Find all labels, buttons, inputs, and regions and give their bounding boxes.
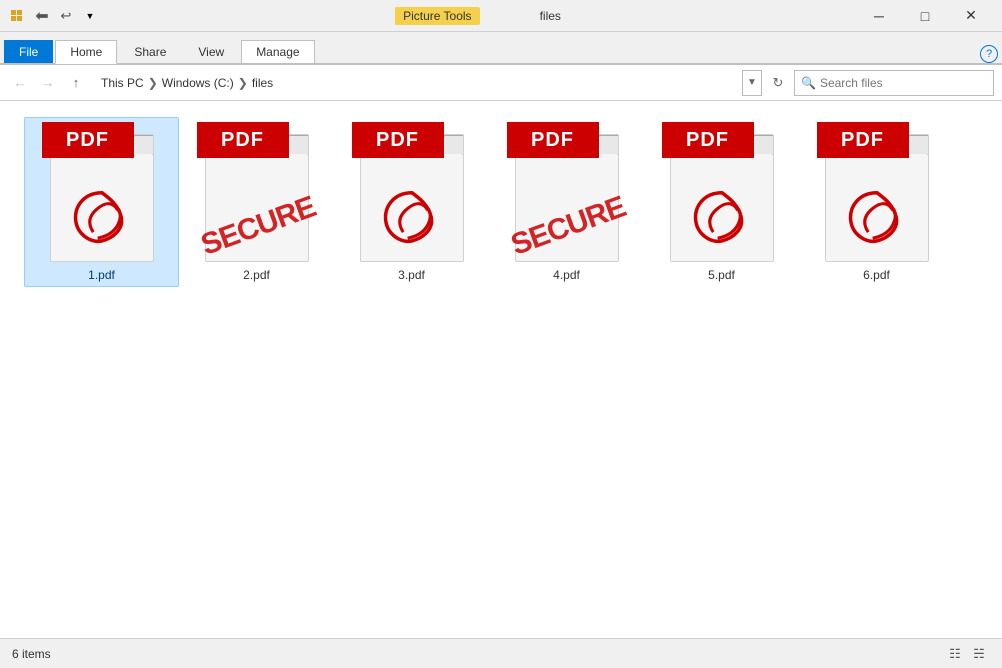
item-count: 6 items	[12, 647, 51, 661]
pdf-label: PDF	[376, 129, 419, 152]
forward-button[interactable]: →	[36, 71, 60, 95]
acrobat-logo-icon	[67, 184, 137, 254]
dropdown-icon[interactable]: ▼	[80, 6, 100, 26]
search-icon: 🔍	[801, 76, 816, 90]
tab-manage[interactable]: Manage	[241, 40, 314, 63]
file-grid: PDF 1.pdf PDFSECURE 2.pdf PDF 3.pdf PDFSECURE 4…	[24, 117, 978, 287]
breadcrumb-drive[interactable]: Windows (C:)	[162, 76, 234, 90]
quick-access-icon	[8, 6, 28, 26]
pdf-label: PDF	[221, 129, 264, 152]
list-view-button[interactable]: ☷	[944, 643, 966, 665]
status-bar: 6 items ☷ ☵	[0, 638, 1002, 668]
search-input[interactable]	[820, 76, 987, 90]
file-label: 5.pdf	[708, 268, 735, 282]
file-label: 3.pdf	[398, 268, 425, 282]
tab-share[interactable]: Share	[119, 40, 181, 63]
pdf-icon: PDF	[352, 122, 472, 262]
search-box[interactable]: 🔍	[794, 70, 994, 96]
address-dropdown[interactable]: ▼	[742, 70, 762, 96]
file-item[interactable]: PDFSECURE 4.pdf	[489, 117, 644, 287]
view-toggle: ☷ ☵	[944, 643, 990, 665]
file-item[interactable]: PDF 5.pdf	[644, 117, 799, 287]
address-path[interactable]: This PC ❯ Windows (C:) ❯ files	[92, 70, 738, 96]
picture-tools-label: Picture Tools	[395, 9, 479, 23]
file-label: 2.pdf	[243, 268, 270, 282]
filename-label: files	[540, 9, 561, 23]
file-label: 4.pdf	[553, 268, 580, 282]
refresh-button[interactable]: ↻	[766, 71, 790, 95]
file-item[interactable]: PDF 6.pdf	[799, 117, 954, 287]
main-area: PDF 1.pdf PDFSECURE 2.pdf PDF 3.pdf PDFSECURE 4…	[0, 101, 1002, 638]
pdf-label: PDF	[841, 129, 884, 152]
file-item[interactable]: PDF 1.pdf	[24, 117, 179, 287]
pdf-icon: PDF	[662, 122, 782, 262]
tab-view[interactable]: View	[183, 40, 239, 63]
file-label: 1.pdf	[88, 268, 115, 282]
file-item[interactable]: PDF 3.pdf	[334, 117, 489, 287]
window-controls: ─ □ ✕	[856, 0, 994, 32]
back-icon: ⬅	[32, 6, 52, 26]
up-button[interactable]: ↑	[64, 71, 88, 95]
maximize-button[interactable]: □	[902, 0, 948, 32]
acrobat-logo-icon	[377, 184, 447, 254]
file-label: 6.pdf	[863, 268, 890, 282]
ribbon-tabs: File Home Share View Manage ?	[0, 32, 1002, 64]
pdf-label: PDF	[531, 129, 574, 152]
breadcrumb-folder[interactable]: files	[252, 76, 273, 90]
back-button[interactable]: ←	[8, 71, 32, 95]
close-button[interactable]: ✕	[948, 0, 994, 32]
pdf-label: PDF	[66, 129, 109, 152]
title-text: Picture Tools files	[100, 9, 856, 23]
grid-view-button[interactable]: ☵	[968, 643, 990, 665]
file-item[interactable]: PDFSECURE 2.pdf	[179, 117, 334, 287]
tab-home[interactable]: Home	[55, 40, 117, 64]
breadcrumb-thispc[interactable]: This PC	[101, 76, 144, 90]
title-bar: ⬅ ↩ ▼ Picture Tools files ─ □ ✕	[0, 0, 1002, 32]
ribbon: File Home Share View Manage ?	[0, 32, 1002, 65]
pdf-icon: PDFSECURE	[507, 122, 627, 262]
undo-icon: ↩	[56, 6, 76, 26]
pdf-icon: PDFSECURE	[197, 122, 317, 262]
acrobat-logo-icon	[687, 184, 757, 254]
acrobat-logo-icon	[842, 184, 912, 254]
title-bar-icons: ⬅ ↩ ▼	[8, 6, 100, 26]
help-button[interactable]: ?	[980, 45, 998, 63]
minimize-button[interactable]: ─	[856, 0, 902, 32]
address-bar: ← → ↑ This PC ❯ Windows (C:) ❯ files ▼ ↻…	[0, 65, 1002, 101]
file-area: PDF 1.pdf PDFSECURE 2.pdf PDF 3.pdf PDFSECURE 4…	[0, 101, 1002, 638]
tab-file[interactable]: File	[4, 40, 53, 63]
pdf-icon: PDF	[817, 122, 937, 262]
pdf-label: PDF	[686, 129, 729, 152]
pdf-icon: PDF	[42, 122, 162, 262]
